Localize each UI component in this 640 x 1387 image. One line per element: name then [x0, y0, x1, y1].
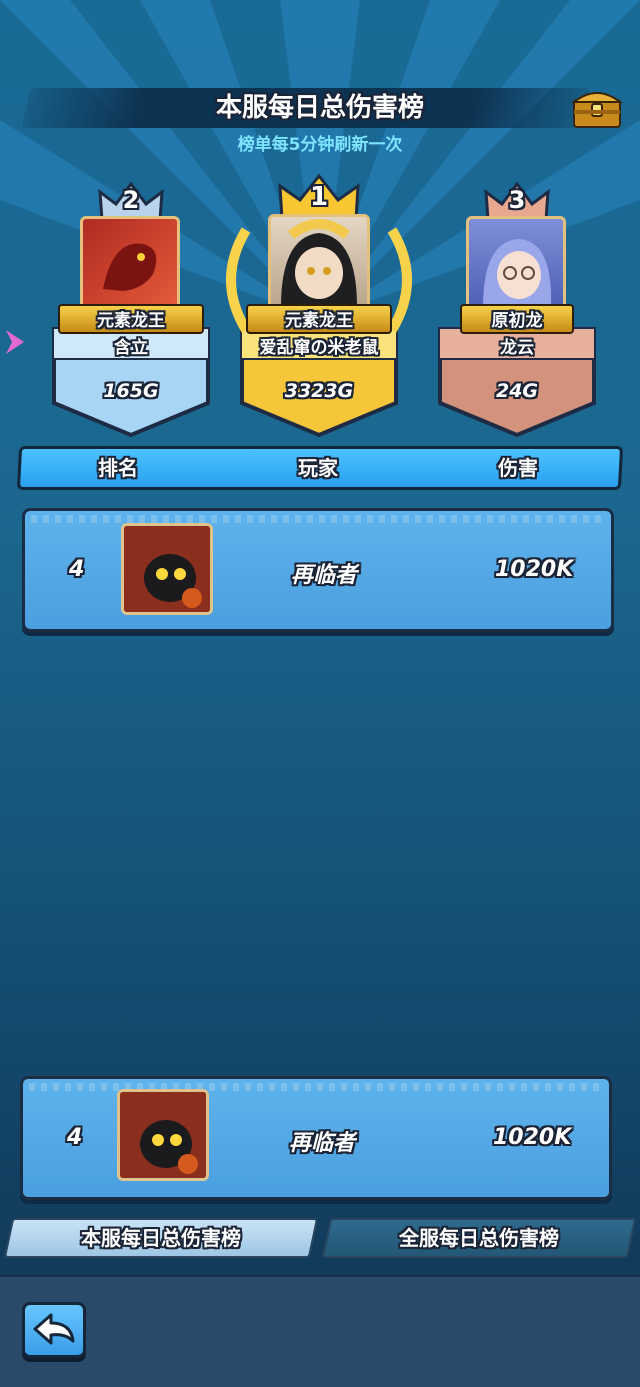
podium-title-ribbon: 原初龙 [460, 304, 574, 334]
back-arrow-icon [33, 1313, 75, 1345]
podium-title-ribbon: 元素龙王 [58, 304, 204, 334]
podium-avatar [268, 214, 370, 312]
row-stripe [29, 1083, 603, 1091]
back-button[interactable] [22, 1302, 86, 1358]
row-player-name: 再临者 [291, 563, 358, 588]
my-rank-row[interactable]: 4 再临者 1020K [20, 1076, 612, 1200]
podium-avatar [466, 216, 566, 312]
refresh-note: 榜单每5分钟刷新一次 [237, 135, 403, 155]
damage-column-header: 伤害 [498, 456, 538, 480]
table-row[interactable]: 4 再临者 1020K [22, 508, 614, 632]
bottom-bar [0, 1275, 640, 1387]
podium-rank-number: 3 [508, 186, 526, 214]
row-damage: 1020K [495, 557, 574, 582]
my-avatar [117, 1089, 209, 1181]
page-title: 本服每日总伤害榜 [215, 93, 424, 123]
side-arrow-icon[interactable] [4, 328, 26, 356]
podium-avatar [80, 216, 180, 312]
podium-rank-3[interactable]: 3 原初龙 龙云 24G [436, 180, 598, 440]
podium-rank-number: 2 [122, 186, 140, 214]
podium-rank-2[interactable]: 2 元素龙王 含立 165G [50, 180, 212, 440]
row-stripe [31, 515, 605, 523]
podium-title-ribbon: 元素龙王 [246, 304, 392, 334]
row-avatar [121, 523, 213, 615]
shadow-creature-icon [120, 1092, 206, 1178]
podium-damage: 165G [103, 380, 159, 402]
my-rank: 4 [67, 1125, 83, 1150]
tab-server-daily-label: 本服每日总伤害榜 [81, 1226, 241, 1250]
character-portrait-icon [483, 239, 552, 307]
player-column-header: 玩家 [298, 456, 338, 480]
podium-damage: 24G [495, 380, 539, 402]
rank-column-header: 排名 [98, 456, 138, 480]
my-damage: 1020K [493, 1125, 572, 1150]
podium-rank-number: 1 [309, 182, 329, 212]
podium-rank-1[interactable]: 1 元素龙王 爱乱窜の米老鼠 3323G [226, 173, 412, 440]
podium-damage: 3323G [284, 380, 354, 402]
row-rank: 4 [69, 557, 85, 582]
podium-player-name: 爱乱窜の米老鼠 [259, 338, 379, 358]
tab-global-daily-label: 全服每日总伤害榜 [399, 1226, 559, 1250]
podium-player-name: 龙云 [500, 338, 534, 358]
treasure-chest-icon[interactable] [571, 84, 623, 130]
shadow-creature-icon [124, 526, 210, 612]
my-player-name: 再临者 [289, 1131, 356, 1156]
red-dragon-icon [103, 243, 157, 291]
character-portrait-icon [281, 219, 357, 307]
podium-player-name: 含立 [114, 338, 148, 358]
